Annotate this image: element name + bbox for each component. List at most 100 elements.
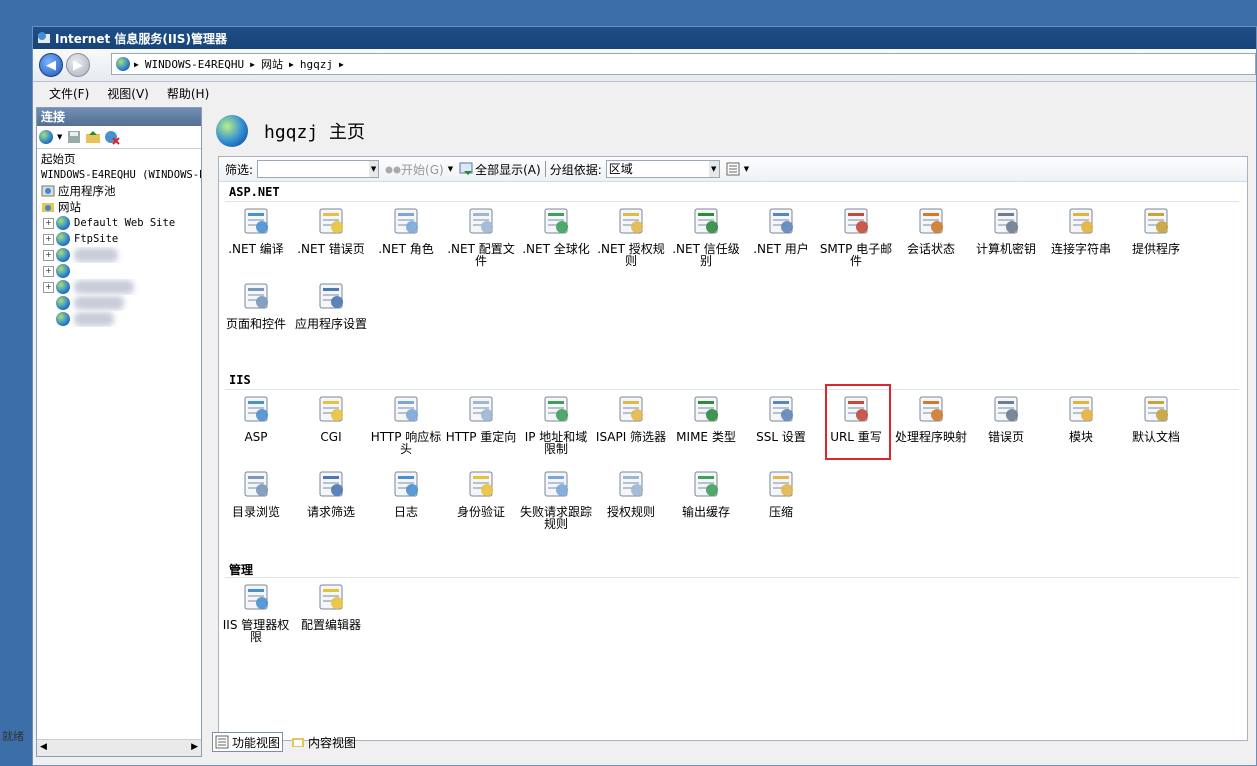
feature-tile[interactable]: CGI [294,393,368,443]
disconnect-icon[interactable] [104,129,121,145]
feature-tile[interactable]: .NET 配置文件 [444,205,518,267]
feature-tile[interactable]: ISAPI 筛选器 [594,393,668,443]
scroll-right-icon[interactable]: ▶ [191,742,198,752]
feature-tile[interactable]: .NET 授权规则 [594,205,668,267]
feature-label: 会话状态 [906,242,955,256]
feature-tile[interactable]: .NET 用户 [744,205,818,255]
feature-tile[interactable]: 连接字符串 [1044,205,1118,255]
feature-tile[interactable]: SMTP 电子邮件 [819,205,893,267]
connect-icon[interactable] [39,130,53,144]
feature-tile[interactable]: ASP [219,393,293,443]
feature-tile[interactable]: MIME 类型 [669,393,743,443]
filter-label: 筛选: [225,162,254,177]
features-view-icon [215,735,229,749]
feature-tile[interactable]: 处理程序映射 [894,393,968,443]
feature-tile[interactable]: .NET 编译 [219,205,293,255]
menu-view[interactable]: 视图(V) [107,85,149,102]
feature-label: 应用程序设置 [294,317,367,331]
feature-icon [319,584,343,610]
dropdown-arrow-icon[interactable]: ▼ [708,161,719,177]
feature-tile[interactable]: 配置编辑器 [294,581,368,631]
feature-icon [619,208,643,234]
horizontal-scrollbar[interactable]: ◀ ▶ [37,739,201,756]
expand-icon[interactable]: + [43,265,54,277]
content-view-icon [292,738,305,747]
dropdown-arrow-icon[interactable]: ▼ [369,161,379,177]
tree-site-hidden[interactable]: + [37,279,201,295]
tree-site-hidden[interactable]: + [37,247,201,263]
site-globe-icon [56,248,70,262]
tree-sites[interactable]: 网站 [37,199,201,215]
features-view: 筛选: ▼ 开始(G) ▼ 全部显示(A) 分组依据: 区域 ▼ ▼ ASP.NE… [218,156,1248,741]
feature-icon [394,471,418,497]
save-icon[interactable] [66,129,82,145]
feature-tile[interactable]: 错误页 [969,393,1043,443]
feature-tile[interactable]: 默认文档 [1119,393,1193,443]
tree-start-page[interactable]: 起始页 [37,151,201,167]
feature-tile[interactable]: 日志 [369,468,443,518]
feature-label: 配置编辑器 [300,618,361,632]
group-by-select[interactable]: 区域 ▼ [605,160,720,178]
feature-tile[interactable]: .NET 全球化 [519,205,593,255]
feature-tile[interactable]: HTTP 重定向 [444,393,518,443]
back-button[interactable]: ◀ [39,53,63,77]
feature-tile[interactable]: SSL 设置 [744,393,818,443]
tree-app-pools[interactable]: 应用程序池 [37,183,201,199]
expand-icon[interactable]: + [43,249,54,261]
feature-tile[interactable]: .NET 错误页 [294,205,368,255]
dropdown-arrow-icon[interactable]: ▼ [744,165,749,173]
up-folder-icon[interactable] [85,129,101,145]
start-filter-button[interactable]: 开始(G) [385,161,444,178]
tree-site-hidden[interactable] [37,311,201,327]
feature-tile[interactable]: 提供程序 [1119,205,1193,255]
breadcrumb[interactable]: ▶ WINDOWS-E4REQHU ▶ 网站 ▶ hgqzj ▶ [111,53,1256,75]
feature-tile[interactable]: HTTP 响应标头 [369,393,443,455]
expand-icon[interactable]: + [43,281,54,293]
dropdown-arrow-icon[interactable]: ▼ [448,165,453,173]
feature-tile[interactable]: 请求筛选 [294,468,368,518]
crumb-sites[interactable]: 网站 [261,56,283,72]
feature-label: 日志 [393,505,418,519]
feature-label: 压缩 [768,505,793,519]
tab-features-view[interactable]: 功能视图 [212,732,284,752]
feature-tile[interactable]: .NET 信任级别 [669,205,743,267]
menu-file[interactable]: 文件(F) [49,85,89,102]
feature-icon [394,396,418,422]
filter-input[interactable]: ▼ [257,160,380,178]
expand-icon[interactable]: + [43,233,54,245]
feature-tile[interactable]: 应用程序设置 [294,280,368,330]
tree-site-hidden[interactable] [37,295,201,311]
feature-tile[interactable]: IP 地址和域限制 [519,393,593,455]
feature-icon [844,208,868,234]
feature-tile[interactable]: 页面和控件 [219,280,293,330]
feature-tile[interactable]: 计算机密钥 [969,205,1043,255]
feature-tile[interactable]: 失败请求跟踪规则 [519,468,593,530]
crumb-server[interactable]: WINDOWS-E4REQHU [145,58,244,71]
forward-button[interactable]: ▶ [66,53,90,77]
tree-site-hidden[interactable]: + [37,263,201,279]
feature-tile[interactable]: 会话状态 [894,205,968,255]
scroll-left-icon[interactable]: ◀ [40,742,47,752]
feature-tile[interactable]: 身份验证 [444,468,518,518]
tree-site-default[interactable]: + Default Web Site [37,215,201,231]
feature-label: HTTP 响应标头 [370,430,442,456]
feature-tile[interactable]: 模块 [1044,393,1118,443]
feature-tile[interactable]: 压缩 [744,468,818,518]
dropdown-arrow-icon[interactable]: ▼ [57,133,62,141]
feature-tile[interactable]: IIS 管理器权限 [219,581,293,643]
view-mode-icon[interactable] [726,162,744,176]
tree-site-ftp[interactable]: + FtpSite [37,231,201,247]
feature-icon [919,208,943,234]
feature-tile[interactable]: .NET 角色 [369,205,443,255]
crumb-site[interactable]: hgqzj [300,58,333,71]
feature-icon [394,208,418,234]
tree-server[interactable]: WINDOWS-E4REQHU (WINDOWS-E [37,167,201,183]
menu-help[interactable]: 帮助(H) [167,85,209,102]
feature-tile[interactable]: 授权规则 [594,468,668,518]
feature-tile[interactable]: 目录浏览 [219,468,293,518]
show-all-button[interactable]: 全部显示(A) [459,161,541,178]
tab-content-view[interactable]: 内容视图 [289,733,358,751]
expand-icon[interactable]: + [43,217,54,229]
redacted-text [74,248,118,262]
feature-tile[interactable]: 输出缓存 [669,468,743,518]
